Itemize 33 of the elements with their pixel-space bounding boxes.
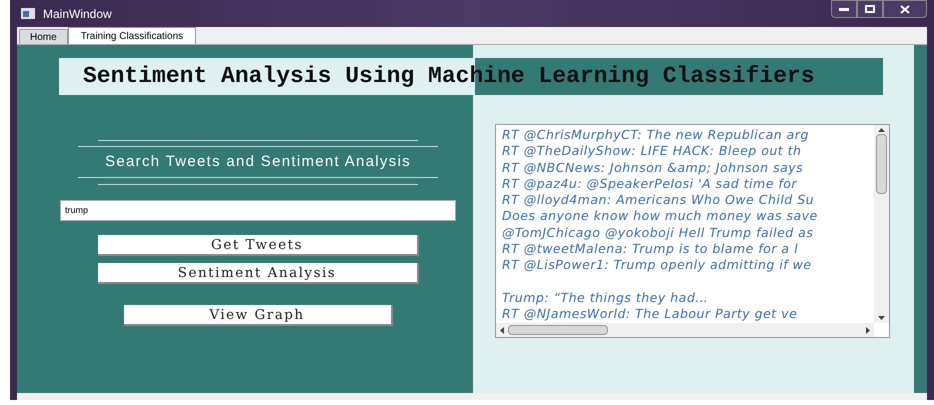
tweet-line: RT @NJamesWorld: The Labour Party get ve: [502, 306, 798, 323]
tweet-line: @TomJChicago @yokoboji Hell Trump failed as: [502, 224, 814, 242]
scroll-right-icon[interactable]: [866, 326, 870, 334]
scroll-thumb[interactable]: [508, 325, 608, 335]
tweet-line: Does anyone know how much money was save: [502, 208, 818, 225]
tweet-line: RT @NBCNews: Johnson &amp; Johnson says: [502, 160, 804, 176]
tweet-line: RT @tweetMalena: Trump is to blame for a l: [502, 241, 798, 258]
scroll-down-icon[interactable]: [878, 316, 885, 320]
tweet-line: RT @lloyd4man: Americans Who Owe Child Su: [502, 192, 814, 208]
action-button[interactable]: Get Tweets: [98, 234, 418, 256]
vertical-scrollbar[interactable]: [874, 125, 889, 323]
section-heading: Search Tweets and Sentiment Analysis: [105, 152, 411, 172]
view-graph-button[interactable]: View Graph: [124, 304, 392, 326]
action-button[interactable]: Sentiment Analysis: [98, 262, 418, 284]
tweet-line: RT @LisPower1: Trump openly admitting if we: [502, 257, 812, 274]
scroll-thumb[interactable]: [876, 134, 887, 194]
tweet-line: RT @paz4u: @SpeakerPelosi 'A sad time for: [502, 176, 798, 192]
minimize-button[interactable]: [831, 0, 857, 18]
tweets-text-area[interactable]: [495, 124, 890, 338]
scroll-up-icon[interactable]: [878, 128, 885, 132]
horizontal-scrollbar[interactable]: [496, 323, 874, 337]
close-icon: [900, 4, 910, 14]
window-title: MainWindow: [43, 6, 112, 22]
scroll-left-icon[interactable]: [500, 326, 504, 334]
tweet-line: Trump: “The things they had…: [502, 290, 708, 306]
window-icon: [21, 8, 35, 19]
search-field[interactable]: trump: [60, 200, 456, 220]
tab[interactable]: Home: [19, 29, 68, 44]
maximize-button[interactable]: [857, 0, 883, 18]
tweet-line: RT @ChrisMurphyCT: The new Republican arg: [502, 127, 809, 144]
tweet-line: RT @TheDailyShow: LIFE HACK: Bleep out th: [502, 143, 802, 160]
close-button[interactable]: [883, 0, 927, 18]
tab[interactable]: Training Classifications: [68, 27, 196, 44]
